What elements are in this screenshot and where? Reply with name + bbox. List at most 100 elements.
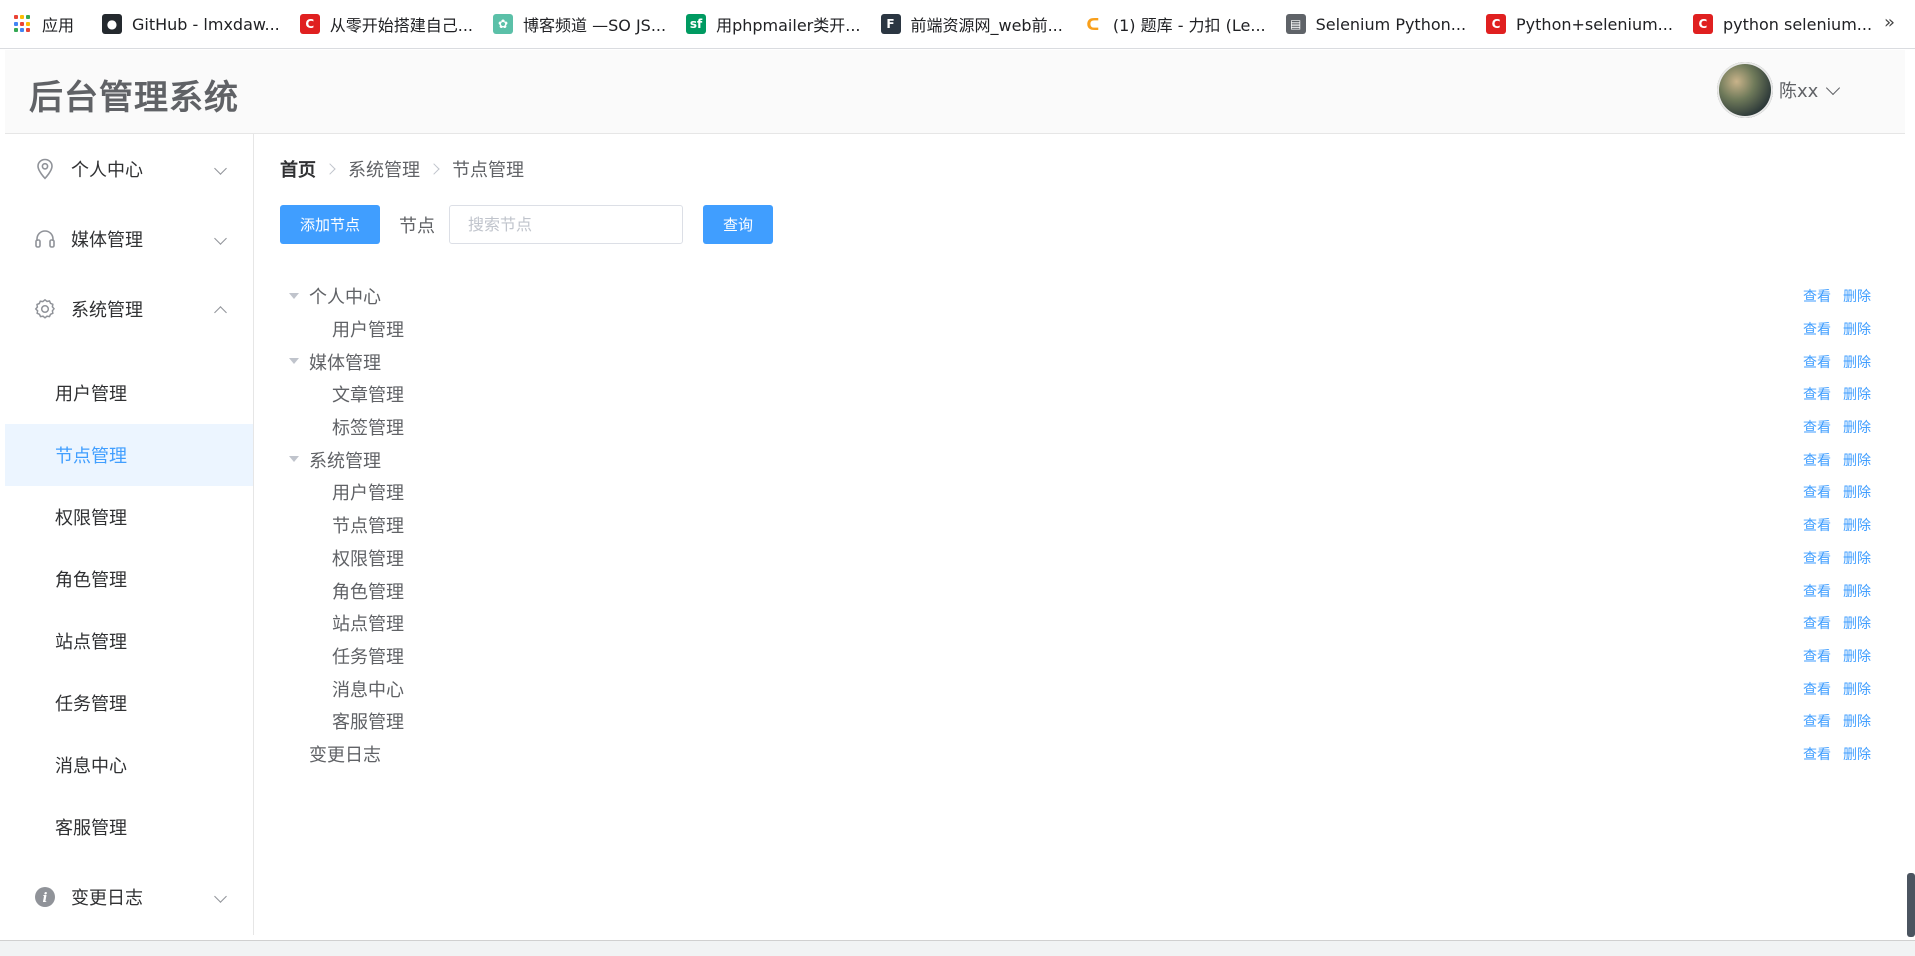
frontend-icon: F	[880, 14, 901, 34]
delete-link[interactable]: 删除	[1843, 646, 1871, 666]
caret-down-icon[interactable]	[289, 293, 299, 299]
delete-link[interactable]: 删除	[1843, 450, 1871, 470]
view-link[interactable]: 查看	[1803, 744, 1831, 764]
sidebar-item-active[interactable]: 节点管理	[5, 424, 253, 486]
avatar[interactable]	[1717, 62, 1773, 118]
chevron-down-icon[interactable]	[1826, 80, 1841, 95]
query-button[interactable]: 查询	[703, 205, 773, 244]
info-icon: i	[33, 885, 57, 909]
caret-down-icon[interactable]	[289, 358, 299, 365]
tree-node-label: 角色管理	[332, 581, 404, 603]
node-actions: 查看 删除	[1803, 313, 1871, 346]
tree-node[interactable]: 客服管理 查看 删除	[280, 705, 1877, 738]
apps-grid-icon	[14, 15, 32, 33]
bookmark-item[interactable]: ▤ Selenium Python...	[1285, 14, 1466, 34]
bookmark-item[interactable]: Cpython selenium...	[1692, 14, 1873, 34]
sidebar-item-entry[interactable]: 任务管理	[5, 672, 253, 734]
view-link[interactable]: 查看	[1803, 711, 1831, 731]
bookmark-item[interactable]: C Python+selenium...	[1486, 14, 1673, 34]
tree-node-label: 站点管理	[332, 614, 404, 636]
bookmark-item[interactable]: C 从零开始搭建自己...	[299, 12, 474, 36]
delete-link[interactable]: 删除	[1843, 417, 1871, 437]
delete-link[interactable]: 删除	[1843, 515, 1871, 535]
tree-node[interactable]: 系统管理 查看 删除	[280, 443, 1877, 476]
main-content: 首页 系统管理 节点管理 添加节点 节点 查询 个人中心查看删除用户管理查看删除…	[254, 134, 1905, 935]
bookmark-item[interactable]: ᑕ (1) 题库 - 力扣 (Le...	[1082, 12, 1266, 36]
tree-node[interactable]: 角色管理 查看 删除	[280, 574, 1877, 607]
bookmarks-bar: 应用 ● GitHub - lmxdaw... C 从零开始搭建自己... ✿ 博客频道 …	[0, 0, 1915, 49]
view-link[interactable]: 查看	[1803, 417, 1831, 437]
search-input[interactable]	[449, 205, 683, 244]
sidebar-menu-system[interactable]: 系统管理	[5, 274, 253, 344]
bookmark-label: 从零开始搭建自己...	[329, 16, 474, 35]
sidebar-menu-changelog[interactable]: i 变更日志	[5, 862, 253, 932]
view-link[interactable]: 查看	[1803, 384, 1831, 404]
delete-link[interactable]: 删除	[1843, 319, 1871, 339]
bookmark-item[interactable]: ● GitHub - lmxdaw...	[102, 14, 280, 34]
view-link[interactable]: 查看	[1803, 352, 1831, 372]
bookmark-item[interactable]: sf 用phpmailer类开...	[686, 12, 861, 36]
tree-node[interactable]: 媒体管理 查看 删除	[280, 345, 1877, 378]
sidebar-item-entry[interactable]: 站点管理	[5, 610, 253, 672]
tree-node[interactable]: 任务管理 查看 删除	[280, 640, 1877, 673]
delete-link[interactable]: 删除	[1843, 352, 1871, 372]
scrollbar-thumb[interactable]	[1907, 873, 1915, 937]
user-menu[interactable]: 陈xx	[1717, 62, 1841, 118]
tree-node[interactable]: 用户管理 查看 删除	[280, 476, 1877, 509]
add-node-button[interactable]: 添加节点	[280, 205, 380, 244]
breadcrumb-home[interactable]: 首页	[280, 156, 316, 182]
headset-icon	[33, 227, 57, 251]
tree-node[interactable]: 用户管理 查看 删除	[280, 313, 1877, 346]
view-link[interactable]: 查看	[1803, 613, 1831, 633]
sidebar-item-entry[interactable]: 消息中心	[5, 734, 253, 796]
sidebar-menu-label: 个人中心	[71, 160, 143, 181]
tree-node[interactable]: 消息中心 查看 删除	[280, 672, 1877, 705]
bookmark-label: python selenium...	[1722, 14, 1873, 34]
sidebar-item-entry[interactable]: 权限管理	[5, 486, 253, 548]
view-link[interactable]: 查看	[1803, 646, 1831, 666]
tree-node-label: 标签管理	[332, 418, 404, 440]
delete-link[interactable]: 删除	[1843, 581, 1871, 601]
delete-link[interactable]: 删除	[1843, 482, 1871, 502]
caret-down-icon[interactable]	[289, 456, 299, 463]
view-link[interactable]: 查看	[1803, 679, 1831, 699]
delete-link[interactable]: 删除	[1843, 548, 1871, 568]
delete-link[interactable]: 删除	[1843, 286, 1871, 306]
breadcrumb-item: 节点管理	[452, 160, 524, 181]
tree-node-label: 消息中心	[332, 679, 404, 701]
view-link[interactable]: 查看	[1803, 515, 1831, 535]
sidebar-item-entry[interactable]: 角色管理	[5, 548, 253, 610]
tree-node[interactable]: 标签管理 查看 删除	[280, 411, 1877, 444]
sidebar-menu-label: 变更日志	[71, 888, 143, 909]
bookmark-label: 博客频道 —SO JS...	[523, 16, 667, 35]
tree-node[interactable]: 文章管理 查看 删除	[280, 378, 1877, 411]
delete-link[interactable]: 删除	[1843, 679, 1871, 699]
view-link[interactable]: 查看	[1803, 319, 1831, 339]
tree-node[interactable]: 个人中心 查看 删除	[280, 280, 1877, 313]
view-link[interactable]: 查看	[1803, 286, 1831, 306]
delete-link[interactable]: 删除	[1843, 384, 1871, 404]
bookmark-item[interactable]: F 前端资源网_web前...	[880, 12, 1063, 36]
view-link[interactable]: 查看	[1803, 548, 1831, 568]
username[interactable]: 陈xx	[1779, 77, 1818, 103]
view-link[interactable]: 查看	[1803, 450, 1831, 470]
tree-node[interactable]: 变更日志 查看 删除	[280, 738, 1877, 771]
tree-node[interactable]: 站点管理 查看 删除	[280, 607, 1877, 640]
tree-node[interactable]: 权限管理 查看 删除	[280, 542, 1877, 575]
delete-link[interactable]: 删除	[1843, 744, 1871, 764]
tree-node[interactable]: 节点管理 查看 删除	[280, 509, 1877, 542]
svg-text:i: i	[43, 891, 48, 906]
sidebar-menu-media[interactable]: 媒体管理	[5, 204, 253, 274]
sidebar-menu-personal[interactable]: 个人中心	[5, 134, 253, 204]
github-icon: ●	[102, 14, 123, 34]
sidebar-item-entry[interactable]: 客服管理	[5, 796, 253, 858]
bookmark-item[interactable]: ✿ 博客频道 —SO JS...	[493, 12, 666, 36]
more-bookmarks-icon[interactable]: »	[1884, 12, 1895, 33]
view-link[interactable]: 查看	[1803, 482, 1831, 502]
apps-shortcut[interactable]: 应用	[0, 12, 74, 36]
sidebar-item-entry[interactable]: 用户管理	[5, 362, 253, 424]
view-link[interactable]: 查看	[1803, 581, 1831, 601]
sidebar: 个人中心 媒体管理 系统管理 用户管理 节点管理 权限管理 角色管理 站点管理 任务管理消…	[5, 134, 254, 935]
delete-link[interactable]: 删除	[1843, 711, 1871, 731]
delete-link[interactable]: 删除	[1843, 613, 1871, 633]
